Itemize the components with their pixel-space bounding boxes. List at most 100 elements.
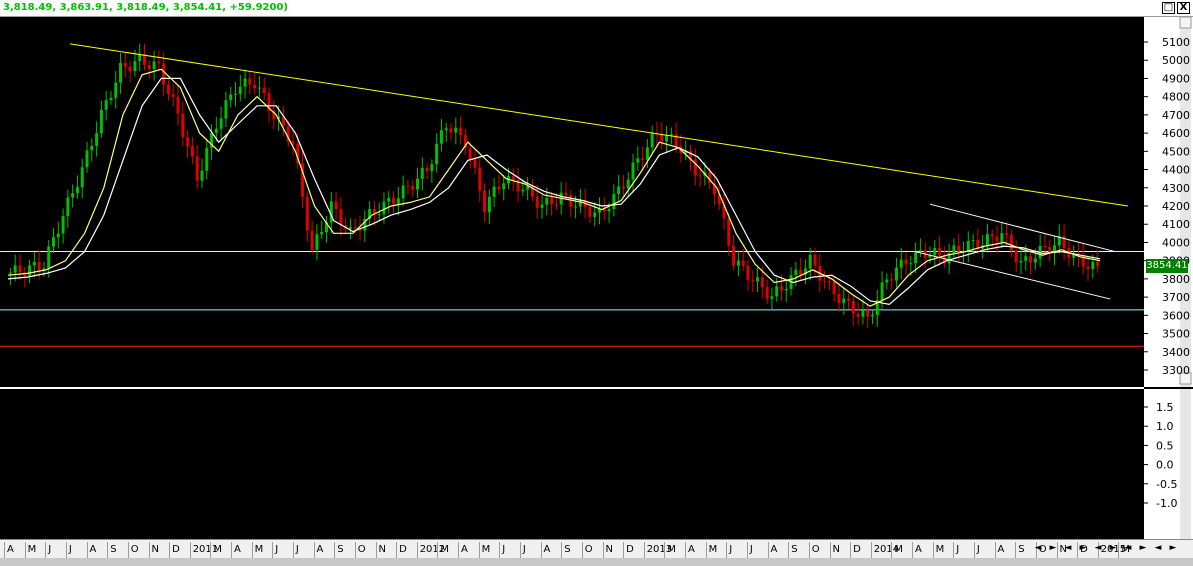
scroll-left-button[interactable]: ◄	[1122, 541, 1134, 555]
price-candle-body	[593, 212, 597, 217]
price-candle-body	[114, 82, 118, 98]
horizontal-scrollbar[interactable]	[0, 558, 1193, 566]
price-candle-body	[650, 133, 654, 148]
price-candle-body	[727, 218, 731, 246]
scroll-right-button[interactable]: ►	[1167, 541, 1179, 555]
y-tick-label: 3500	[1162, 328, 1190, 341]
price-candle-body	[1086, 266, 1090, 270]
month-label: D	[623, 542, 644, 558]
scroll-right-button[interactable]: ►	[1077, 541, 1089, 555]
month-label: A	[994, 542, 1016, 558]
month-label: S	[334, 542, 355, 558]
month-label: O	[808, 542, 830, 558]
price-candle-body	[1024, 256, 1028, 261]
month-label: A	[767, 542, 789, 558]
price-candle-body	[588, 206, 592, 217]
month-label: D	[396, 542, 417, 558]
price-candle-body	[186, 137, 190, 147]
price-candle-body	[401, 185, 405, 199]
price-candle-body	[660, 134, 664, 142]
month-label: M	[437, 542, 458, 558]
price-candle-body	[621, 186, 625, 189]
price-candle-body	[353, 227, 357, 229]
month-label: 2011	[189, 542, 218, 558]
price-candle-body	[315, 234, 319, 250]
price-candle-body	[847, 298, 851, 302]
y-tick-label: 4500	[1162, 145, 1190, 158]
price-candle-body	[799, 269, 803, 275]
price-candle-body	[392, 197, 396, 204]
price-candle-body	[1096, 261, 1100, 266]
month-label: J	[272, 542, 293, 558]
price-candle-body	[291, 141, 295, 144]
price-candle-body	[444, 128, 448, 131]
oscillator-scrollbar	[1180, 389, 1191, 539]
scroll-right-button[interactable]: ►	[1137, 541, 1149, 555]
price-candle-body	[166, 84, 170, 94]
month-label: 2012	[416, 542, 445, 558]
price-candle-body	[90, 145, 94, 151]
month-label: A	[912, 542, 933, 558]
scroll-left-button[interactable]: ◄	[1032, 541, 1044, 555]
price-candle-body	[262, 87, 266, 94]
scroll-left-button[interactable]: ◄	[1152, 541, 1164, 555]
price-candle-body	[339, 209, 343, 226]
price-candle-body	[823, 280, 827, 282]
month-label: J	[746, 542, 768, 558]
price-candle-body	[459, 127, 463, 136]
month-label: A	[231, 542, 252, 558]
price-candle-body	[171, 93, 175, 97]
month-label: J	[973, 542, 995, 558]
price-candle-body	[880, 282, 884, 301]
price-candle-body	[411, 186, 415, 190]
close-button[interactable]: X	[1177, 2, 1190, 14]
price-candle-body	[899, 259, 903, 268]
scroll-right-button[interactable]: ►	[1107, 541, 1119, 555]
osc-y-tick-label: -0.5	[1156, 478, 1177, 491]
price-candle-body	[109, 97, 113, 101]
price-candle-body	[952, 245, 956, 254]
price-candle-body	[957, 245, 961, 252]
price-candle-body	[780, 286, 783, 291]
scroll-left-button[interactable]: ◄	[1092, 541, 1104, 555]
price-candle-body	[808, 254, 812, 269]
long-term-trendline	[69, 43, 1129, 207]
price-candle-body	[420, 167, 424, 179]
restore-button[interactable]: □	[1162, 2, 1175, 14]
price-candle-body	[698, 175, 702, 177]
time-axis[interactable]: A M J J A S O N D 2011 M A M J J A S O N D 2012 M A M J J A S O N D 201…	[0, 539, 1193, 566]
price-candle-body	[248, 78, 252, 85]
price-candle-body	[377, 214, 381, 216]
price-chart[interactable]: 3300340035003600370038003900400041004200…	[0, 17, 1193, 387]
price-candle-body	[243, 78, 247, 87]
month-label: 2013	[643, 542, 672, 558]
month-label: S	[107, 542, 128, 558]
y-tick-label: 4700	[1162, 109, 1190, 122]
month-label: J	[519, 542, 541, 558]
price-candle-body	[416, 178, 419, 190]
price-candle-body	[348, 227, 352, 229]
price-candle-body	[128, 66, 132, 72]
price-candle-body	[626, 179, 630, 189]
month-label: N	[602, 542, 624, 558]
osc-y-tick-label: -1.0	[1156, 497, 1177, 510]
price-candle-body	[162, 63, 166, 85]
month-label: A	[86, 542, 108, 558]
y-tick-label: 3700	[1162, 291, 1190, 304]
price-candle-body	[1043, 245, 1047, 247]
scroll-right-button[interactable]: ►	[1047, 541, 1059, 555]
price-candle-body	[861, 310, 865, 317]
scroll-left-button[interactable]: ◄	[1062, 541, 1074, 555]
price-candle-body	[607, 209, 611, 212]
month-label: M	[932, 542, 954, 558]
month-label: M	[251, 542, 273, 558]
month-label: M	[705, 542, 727, 558]
channel-lower-line	[914, 251, 1111, 300]
title-bar: 3,818.49, 3,863.91, 3,818.49, 3,854.41, …	[0, 0, 1193, 17]
y-tick-label: 4300	[1162, 182, 1190, 195]
price-candle-body	[741, 260, 745, 266]
price-candle-body	[746, 265, 750, 280]
osc-y-tick-label: 1.5	[1156, 401, 1174, 414]
oscillator-chart[interactable]: 1.5 1.0 0.5 0.0 -0.5 -1.0	[0, 389, 1193, 539]
month-label: N	[375, 542, 397, 558]
